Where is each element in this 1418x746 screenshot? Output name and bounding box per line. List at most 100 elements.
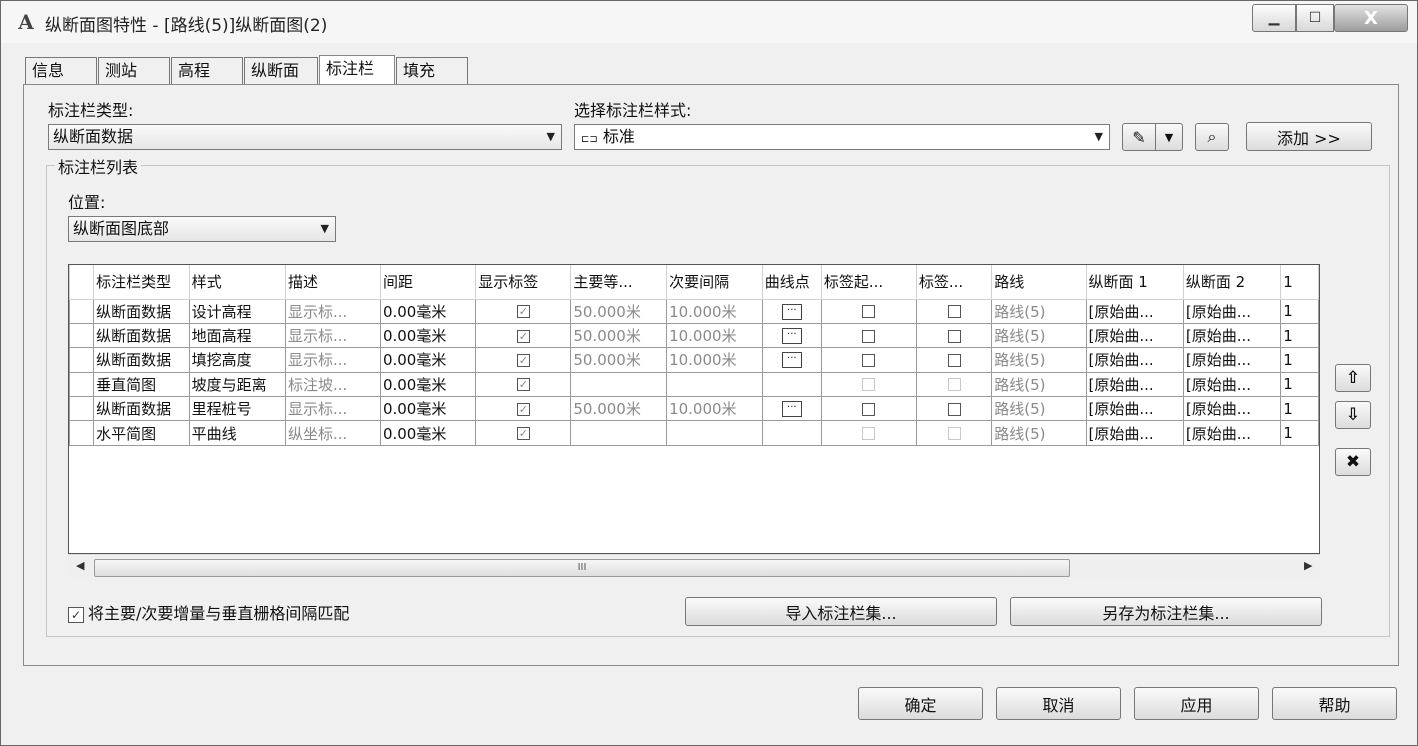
column-header[interactable]: 标签... (915, 265, 993, 300)
move-up-button[interactable]: ⇧ (1335, 364, 1371, 392)
table-row[interactable]: 水平简图 平曲线 纵坐标... 0.00毫米 ✓ 路线(5) [原始曲... [原始曲... 1 (69, 420, 1319, 446)
minimize-button[interactable]: ▁ (1252, 4, 1296, 32)
show-labels-checkbox[interactable]: ✓ (475, 298, 572, 324)
band-style-cell[interactable]: 设计高程 (188, 298, 286, 324)
column-header[interactable]: 标注栏类型 (93, 265, 190, 300)
ellipsis-button[interactable]: ··· (781, 401, 802, 418)
gap-cell[interactable]: 0.00毫米 (379, 371, 477, 398)
tab-profile[interactable]: 纵断面 (244, 57, 318, 85)
row-selector[interactable] (69, 420, 95, 446)
more-cell[interactable]: 1 (1280, 371, 1319, 398)
minor-interval-cell[interactable]: 10.000米 (666, 347, 763, 373)
column-header[interactable]: 描述 (284, 265, 381, 300)
profile2-cell[interactable]: [原始曲... (1182, 396, 1282, 422)
label-start-checkbox[interactable] (820, 396, 917, 422)
column-header[interactable]: 主要等... (570, 265, 668, 300)
more-cell[interactable]: 1 (1280, 420, 1319, 446)
tab-hatch[interactable]: 填充 (396, 57, 468, 85)
profile1-cell[interactable]: [原始曲... (1085, 396, 1184, 422)
alignment-cell[interactable]: 路线(5) (991, 420, 1087, 446)
column-header[interactable]: 样式 (188, 265, 286, 300)
column-header[interactable]: 标签起... (820, 265, 917, 300)
more-cell[interactable]: 1 (1280, 396, 1319, 422)
band-type-select[interactable]: 纵断面数据 ▼ (48, 124, 562, 150)
show-labels-checkbox[interactable]: ✓ (475, 420, 572, 446)
scroll-right-icon[interactable]: ▶ (1304, 559, 1312, 572)
gap-cell[interactable]: 0.00毫米 (379, 420, 477, 446)
label-start-checkbox[interactable] (820, 322, 917, 349)
profile1-cell[interactable]: [原始曲... (1085, 371, 1184, 398)
location-select[interactable]: 纵断面图底部 ▼ (68, 216, 336, 242)
save-as-band-set-button[interactable]: 另存为标注栏集... (1010, 597, 1322, 626)
profile1-cell[interactable]: [原始曲... (1085, 322, 1184, 349)
table-row[interactable]: 纵断面数据 设计高程 显示标... 0.00毫米 ✓ 50.000米 10.000米 ··· 路… (69, 298, 1319, 324)
major-interval-cell[interactable] (570, 371, 668, 398)
edit-style-button[interactable]: ✎ (1122, 123, 1156, 151)
more-cell[interactable]: 1 (1280, 322, 1319, 349)
column-header[interactable]: 间距 (379, 265, 477, 300)
column-header[interactable]: 路线 (991, 265, 1087, 300)
band-type-cell[interactable]: 纵断面数据 (93, 347, 190, 373)
gap-cell[interactable]: 0.00毫米 (379, 298, 477, 324)
label-end-checkbox[interactable] (915, 322, 993, 349)
profile2-cell[interactable]: [原始曲... (1182, 298, 1282, 324)
import-band-set-button[interactable]: 导入标注栏集... (685, 597, 997, 626)
description-cell[interactable]: 标注坡... (284, 371, 381, 398)
alignment-cell[interactable]: 路线(5) (991, 298, 1087, 324)
table-row[interactable]: 纵断面数据 地面高程 显示标... 0.00毫米 ✓ 50.000米 10.000米 ··· 路… (69, 322, 1319, 349)
column-header[interactable]: 纵断面 1 (1085, 265, 1184, 300)
profile2-cell[interactable]: [原始曲... (1182, 420, 1282, 446)
description-cell[interactable]: 显示标... (284, 298, 381, 324)
apply-button[interactable]: 应用 (1134, 687, 1259, 720)
more-cell[interactable]: 1 (1280, 298, 1319, 324)
band-type-cell[interactable]: 纵断面数据 (93, 322, 190, 349)
minor-interval-cell[interactable]: 10.000米 (666, 396, 763, 422)
description-cell[interactable]: 显示标... (284, 347, 381, 373)
alignment-cell[interactable]: 路线(5) (991, 371, 1087, 398)
row-selector[interactable] (69, 322, 95, 349)
show-labels-checkbox[interactable]: ✓ (475, 371, 572, 398)
gap-cell[interactable]: 0.00毫米 (379, 396, 477, 422)
tab-info[interactable]: 信息 (25, 57, 97, 85)
table-row[interactable]: 纵断面数据 里程桩号 显示标... 0.00毫米 ✓ 50.000米 10.000米 ··· 路… (69, 396, 1319, 422)
move-down-button[interactable]: ⇩ (1335, 401, 1371, 429)
delete-button[interactable]: ✖ (1335, 448, 1371, 476)
show-labels-checkbox[interactable]: ✓ (475, 322, 572, 349)
edit-style-menu-button[interactable]: ▼ (1155, 123, 1183, 151)
table-row[interactable]: 垂直简图 坡度与距离 标注坡... 0.00毫米 ✓ 路线(5) [原始曲... [原始曲..… (69, 371, 1319, 398)
gap-cell[interactable]: 0.00毫米 (379, 322, 477, 349)
band-style-cell[interactable]: 坡度与距离 (188, 371, 286, 398)
column-header[interactable]: 纵断面 2 (1182, 265, 1282, 300)
cancel-button[interactable]: 取消 (996, 687, 1121, 720)
table-row[interactable]: 纵断面数据 填挖高度 显示标... 0.00毫米 ✓ 50.000米 10.000米 ··· 路… (69, 347, 1319, 373)
curve-points-cell[interactable]: ··· (761, 322, 822, 349)
add-button[interactable]: 添加 >> (1246, 122, 1372, 151)
description-cell[interactable]: 显示标... (284, 396, 381, 422)
alignment-cell[interactable]: 路线(5) (991, 396, 1087, 422)
tab-bands[interactable]: 标注栏 (319, 55, 395, 85)
label-start-checkbox[interactable] (820, 347, 917, 373)
minor-interval-cell[interactable]: 10.000米 (666, 298, 763, 324)
more-cell[interactable]: 1 (1280, 347, 1319, 373)
ellipsis-button[interactable]: ··· (781, 328, 802, 345)
profile2-cell[interactable]: [原始曲... (1182, 371, 1282, 398)
scroll-left-icon[interactable]: ◀ (76, 559, 84, 572)
band-type-cell[interactable]: 垂直简图 (93, 371, 190, 398)
label-end-checkbox[interactable] (915, 298, 993, 324)
major-interval-cell[interactable]: 50.000米 (570, 298, 668, 324)
band-type-cell[interactable]: 水平简图 (93, 420, 190, 446)
ok-button[interactable]: 确定 (858, 687, 983, 720)
profile1-cell[interactable]: [原始曲... (1085, 347, 1184, 373)
major-interval-cell[interactable] (570, 420, 668, 446)
band-type-cell[interactable]: 纵断面数据 (93, 396, 190, 422)
match-increments-checkbox[interactable]: ✓ 将主要/次要增量与垂直栅格间隔匹配 (68, 600, 349, 624)
tab-station[interactable]: 测站 (98, 57, 170, 85)
column-header[interactable]: 显示标签 (475, 265, 572, 300)
gap-cell[interactable]: 0.00毫米 (379, 347, 477, 373)
major-interval-cell[interactable]: 50.000米 (570, 396, 668, 422)
close-button[interactable]: X (1334, 4, 1408, 32)
minor-interval-cell[interactable] (666, 420, 763, 446)
label-start-checkbox[interactable] (820, 298, 917, 324)
band-style-cell[interactable]: 里程桩号 (188, 396, 286, 422)
row-selector[interactable] (69, 396, 95, 422)
